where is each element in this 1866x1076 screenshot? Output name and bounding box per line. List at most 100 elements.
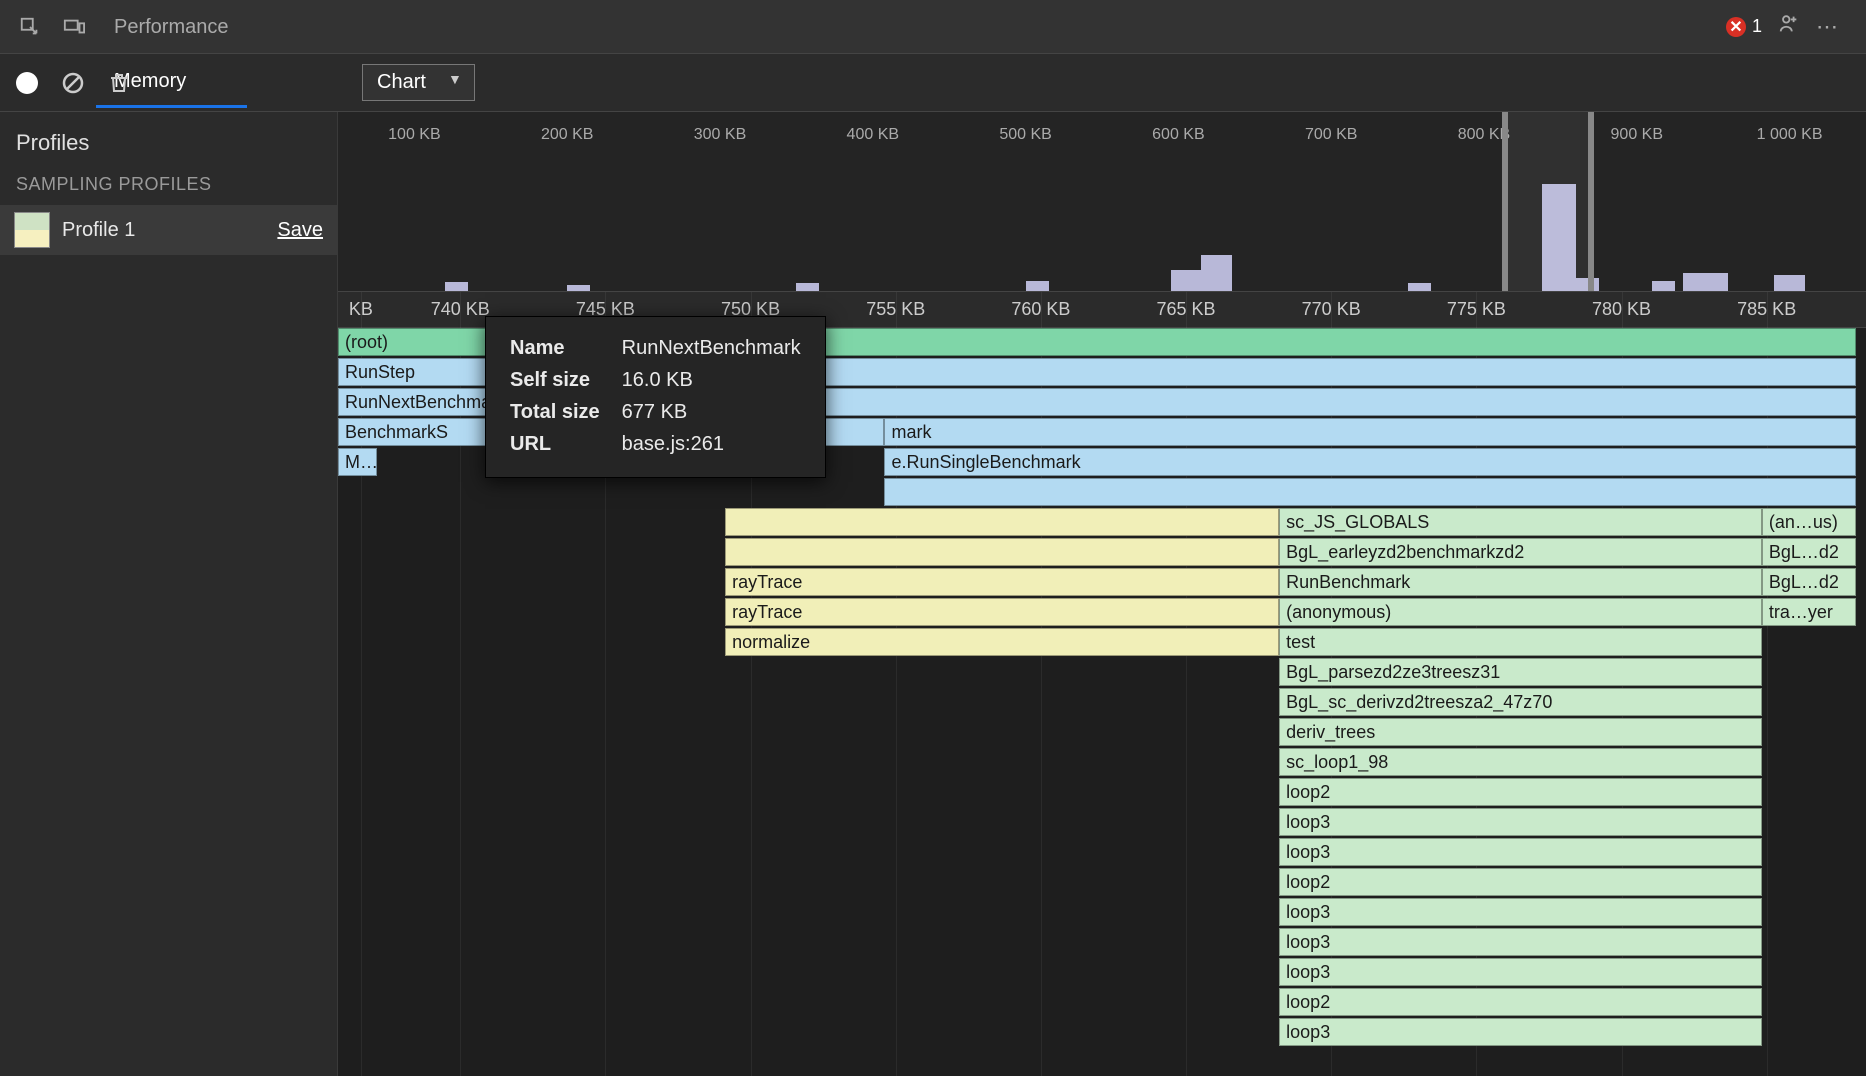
overview-ticks: 100 KB200 KB300 KB400 KB500 KB600 KB700 … bbox=[338, 126, 1866, 150]
tooltip-total-label: Total size bbox=[510, 397, 620, 427]
more-options-icon[interactable]: ⋯ bbox=[1816, 14, 1838, 40]
tooltip-self-label: Self size bbox=[510, 365, 620, 395]
flame-frame[interactable]: loop2 bbox=[1279, 868, 1762, 896]
overview-tick: 200 KB bbox=[491, 126, 644, 150]
flame-frame[interactable]: sc_JS_GLOBALS bbox=[1279, 508, 1762, 536]
overview-tick: 500 KB bbox=[949, 126, 1102, 150]
error-count-badge[interactable]: ✕ 1 bbox=[1726, 16, 1762, 37]
flame-row: deriv_trees bbox=[338, 718, 1856, 748]
sidebar-title: Profiles bbox=[0, 112, 337, 166]
clear-button[interactable] bbox=[60, 70, 86, 96]
overview-bar bbox=[1774, 275, 1805, 291]
flame-row: loop3 bbox=[338, 928, 1856, 958]
error-icon: ✕ bbox=[1726, 17, 1746, 37]
flame-frame[interactable]: loop3 bbox=[1279, 898, 1762, 926]
overview-tick: 600 KB bbox=[1102, 126, 1255, 150]
flame-frame[interactable]: tra…yer bbox=[1762, 598, 1856, 626]
flame-row: rayTraceRunBenchmarkBgL…d2 bbox=[338, 568, 1856, 598]
overview-tick: 400 KB bbox=[796, 126, 949, 150]
overview-bar bbox=[1652, 281, 1675, 291]
delete-button[interactable] bbox=[106, 70, 132, 96]
flame-frame[interactable]: deriv_trees bbox=[1279, 718, 1762, 746]
overview-tick: 700 KB bbox=[1255, 126, 1408, 150]
flame-frame[interactable]: loop3 bbox=[1279, 838, 1762, 866]
flame-row: loop3 bbox=[338, 838, 1856, 868]
flame-frame[interactable] bbox=[725, 508, 1279, 536]
devtools-tabs-bar: ElementsConsoleSourcesNetworkPerformance… bbox=[0, 0, 1866, 54]
flame-frame[interactable]: rayTrace bbox=[725, 598, 1279, 626]
flame-row bbox=[338, 478, 1856, 508]
flame-row: rayTrace(anonymous)tra…yer bbox=[338, 598, 1856, 628]
flame-row: loop3 bbox=[338, 958, 1856, 988]
flame-row: loop2 bbox=[338, 778, 1856, 808]
flame-row: BgL_sc_derivzd2treesza2_47z70 bbox=[338, 688, 1856, 718]
flame-frame[interactable]: loop3 bbox=[1279, 928, 1762, 956]
overview-tick: 100 KB bbox=[338, 126, 491, 150]
flame-frame[interactable]: normalize bbox=[725, 628, 1279, 656]
overview-bar bbox=[796, 283, 819, 291]
flame-frame[interactable]: rayTrace bbox=[725, 568, 1279, 596]
overview-tick: 300 KB bbox=[644, 126, 797, 150]
overview-bar bbox=[445, 282, 468, 291]
flame-frame[interactable]: BgL_earleyzd2benchmarkzd2 bbox=[1279, 538, 1762, 566]
flame-frame[interactable]: (an…us) bbox=[1762, 508, 1856, 536]
record-button[interactable] bbox=[14, 70, 40, 96]
profiles-sidebar: Profiles SAMPLING PROFILES Profile 1 Sav… bbox=[0, 112, 338, 1076]
overview-bar bbox=[1683, 273, 1729, 291]
tab-performance[interactable]: Performance bbox=[96, 0, 247, 54]
flame-frame[interactable] bbox=[725, 538, 1279, 566]
memory-toolbar: Chart bbox=[0, 54, 1866, 112]
flame-row: loop3 bbox=[338, 808, 1856, 838]
tooltip-name: RunNextBenchmark bbox=[622, 333, 801, 363]
flame-frame[interactable]: loop2 bbox=[1279, 778, 1762, 806]
flame-row: sc_loop1_98 bbox=[338, 748, 1856, 778]
overview-tick: 1 000 KB bbox=[1713, 126, 1866, 150]
flame-frame[interactable]: e.RunSingleBenchmark bbox=[884, 448, 1856, 476]
tooltip-total: 677 KB bbox=[622, 397, 801, 427]
overview-bar bbox=[1201, 255, 1232, 291]
flame-chart-area: 100 KB200 KB300 KB400 KB500 KB600 KB700 … bbox=[338, 112, 1866, 1076]
inspect-element-icon[interactable] bbox=[16, 13, 44, 41]
flame-frame[interactable]: BgL_sc_derivzd2treesza2_47z70 bbox=[1279, 688, 1762, 716]
overview-bar bbox=[1408, 283, 1431, 291]
main-area: Profiles SAMPLING PROFILES Profile 1 Sav… bbox=[0, 112, 1866, 1076]
flame-row: normalizetest bbox=[338, 628, 1856, 658]
flame-row: loop2 bbox=[338, 988, 1856, 1018]
tooltip-self: 16.0 KB bbox=[622, 365, 801, 395]
view-mode-select[interactable]: Chart bbox=[362, 64, 475, 101]
flame-row: loop2 bbox=[338, 868, 1856, 898]
flame-row: BgL_earleyzd2benchmarkzd2BgL…d2 bbox=[338, 538, 1856, 568]
error-count: 1 bbox=[1752, 16, 1762, 37]
device-toolbar-icon[interactable] bbox=[60, 13, 88, 41]
flame-frame[interactable]: loop3 bbox=[1279, 1018, 1762, 1046]
flame-frame[interactable]: loop3 bbox=[1279, 808, 1762, 836]
flame-frame[interactable]: BgL_parsezd2ze3treesz31 bbox=[1279, 658, 1762, 686]
flame-row: loop3 bbox=[338, 898, 1856, 928]
flame-frame[interactable]: mark bbox=[884, 418, 1856, 446]
tabs-right: ✕ 1 ⋯ bbox=[1726, 13, 1858, 41]
frame-tooltip: NameRunNextBenchmark Self size16.0 KB To… bbox=[485, 316, 826, 478]
overview-bar bbox=[567, 285, 590, 292]
flame-frame[interactable]: RunBenchmark bbox=[1279, 568, 1762, 596]
flame-frame[interactable] bbox=[884, 478, 1856, 506]
flame-frame[interactable]: loop3 bbox=[1279, 958, 1762, 986]
flame-row: BgL_parsezd2ze3treesz31 bbox=[338, 658, 1856, 688]
flame-frame[interactable]: BgL…d2 bbox=[1762, 568, 1856, 596]
flame-frame[interactable]: BgL…d2 bbox=[1762, 538, 1856, 566]
tooltip-url-label: URL bbox=[510, 429, 620, 459]
flame-row: sc_JS_GLOBALS(an…us) bbox=[338, 508, 1856, 538]
profile-item[interactable]: Profile 1 Save bbox=[0, 205, 337, 255]
overview-timeline[interactable]: 100 KB200 KB300 KB400 KB500 KB600 KB700 … bbox=[338, 112, 1866, 292]
feedback-icon[interactable] bbox=[1778, 13, 1800, 41]
overview-selection[interactable] bbox=[1502, 112, 1594, 291]
flame-frame[interactable]: (anonymous) bbox=[1279, 598, 1762, 626]
overview-bar bbox=[1026, 281, 1049, 291]
sidebar-section-label: SAMPLING PROFILES bbox=[0, 166, 337, 205]
save-profile-link[interactable]: Save bbox=[277, 219, 323, 242]
flame-frame[interactable]: loop2 bbox=[1279, 988, 1762, 1016]
flame-frame[interactable]: Measure bbox=[338, 448, 377, 476]
profile-name: Profile 1 bbox=[62, 219, 277, 242]
flame-frame[interactable]: test bbox=[1279, 628, 1762, 656]
record-icon bbox=[16, 72, 38, 94]
flame-frame[interactable]: sc_loop1_98 bbox=[1279, 748, 1762, 776]
